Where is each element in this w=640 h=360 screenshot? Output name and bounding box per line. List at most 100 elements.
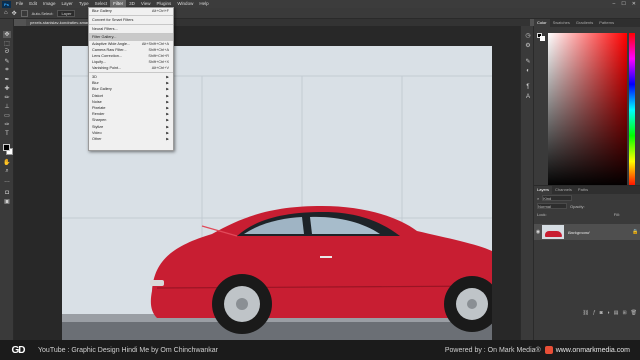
screen-mode-icon[interactable]: ▣ [3, 198, 11, 205]
layers-panel: Layers Channels Paths ⌕ Kind Normal Opacit… [534, 185, 640, 340]
filter-menu-item-other[interactable]: Other ▶ [89, 136, 173, 142]
submenu-arrow-icon: ▶ [166, 136, 169, 141]
color-panel-tabs: Color Swatches Gradients Patterns [534, 19, 640, 27]
menu-item-shortcut: Alt+Ctrl+F [151, 9, 169, 13]
minimize-icon[interactable]: – [613, 1, 616, 7]
new-layer-icon[interactable]: ⊞ [622, 310, 626, 318]
menu-item-label: Convert for Smart Filters [92, 17, 134, 22]
brush-icon[interactable]: ✏ [3, 94, 11, 101]
healing-icon[interactable]: ✚ [3, 85, 11, 92]
tab-channels[interactable]: Channels [552, 186, 575, 194]
paragraph-icon[interactable]: ¶ [524, 84, 532, 92]
auto-select-checkbox[interactable] [20, 9, 28, 17]
menu-help[interactable]: Help [196, 0, 211, 8]
filter-menu-item-vanishing-point[interactable]: Vanishing Point... Alt+Ctrl+V [89, 65, 173, 71]
document-tab[interactable]: pexels-stanislav-kondratiev-smart... [26, 19, 97, 26]
properties-icon[interactable]: ⚙ [524, 42, 532, 50]
mini-color-swatches[interactable] [537, 33, 545, 41]
adjustment-layer-icon[interactable]: ◑ [607, 310, 610, 318]
footer-url: www.onmarkmedia.com [544, 346, 630, 354]
opacity-label: Opacity: [570, 203, 585, 209]
blend-row: Normal Opacity: [534, 202, 640, 210]
trash-icon[interactable]: 🗑 [631, 310, 637, 318]
filter-menu-item-neural-filters[interactable]: Neural Filters... [89, 26, 173, 32]
hand-icon[interactable]: ✋ [3, 159, 11, 166]
mask-icon[interactable]: ◙ [600, 310, 603, 318]
gd-logo: GD [11, 344, 26, 356]
auto-select-label: Auto-Select: [31, 10, 54, 16]
menu-layer[interactable]: Layer [59, 0, 76, 8]
character-icon[interactable]: A [524, 94, 532, 102]
close-icon[interactable]: ✕ [632, 1, 636, 7]
menu-window[interactable]: Window [174, 0, 196, 8]
menu-file[interactable]: File [13, 0, 26, 8]
filter-menu-item-convert-for-smart-filters[interactable]: Convert for Smart Filters [89, 17, 173, 23]
menu-item-shortcut: Alt+Ctrl+V [151, 66, 169, 71]
menu-item-label: Other [92, 136, 102, 141]
marquee-icon[interactable]: ⬚ [3, 40, 11, 47]
layer-thumbnail [542, 225, 564, 239]
menu-item-label: Neural Filters... [92, 26, 118, 31]
crop-icon[interactable]: ⌗ [3, 67, 11, 74]
move-icon[interactable]: ✥ [12, 10, 17, 17]
tab-color[interactable]: Color [534, 19, 550, 27]
history-icon[interactable]: ◷ [524, 32, 532, 40]
window-controls: – ☐ ✕ [613, 1, 640, 7]
tab-layers[interactable]: Layers [534, 186, 553, 194]
right-panels: Color Swatches Gradients Patterns Layers Cha… [534, 19, 640, 340]
layer-row-background[interactable]: ◉ Background 🔒 [534, 224, 640, 240]
menu-item-label: Blur Gallery [92, 9, 112, 13]
home-icon[interactable]: ⌂ [4, 10, 8, 16]
pen-icon[interactable]: ✑ [3, 121, 11, 128]
tab-patterns[interactable]: Patterns [596, 19, 617, 27]
video-footer-banner: GD YouTube : Graphic Design Hindi Me by … [0, 340, 640, 360]
zoom-icon[interactable]: ⌕ [3, 168, 11, 175]
menu-image[interactable]: Image [40, 0, 59, 8]
fill-label: Fill: [613, 211, 620, 217]
foreground-color-swatch[interactable] [3, 144, 10, 151]
visibility-eye-icon[interactable]: ◉ [534, 229, 542, 235]
photoshop-logo-icon: Ps [2, 0, 11, 8]
brush-settings-icon[interactable]: ✎ [524, 58, 532, 66]
layer-select-dropdown[interactable]: Layer [57, 9, 76, 17]
lock-row: Lock: Fill: [534, 210, 640, 218]
color-picker-field[interactable] [548, 33, 627, 187]
fx-icon[interactable]: ƒ [593, 310, 596, 318]
folder-icon[interactable]: ▤ [614, 310, 619, 318]
maximize-icon[interactable]: ☐ [621, 1, 625, 7]
lasso-icon[interactable]: ᘐ [3, 49, 11, 56]
type-icon[interactable]: T [3, 130, 11, 137]
footer-url-text: www.onmarkmedia.com [555, 346, 630, 354]
filter-menu-item-blur-gallery[interactable]: Blur Gallery Alt+Ctrl+F [89, 8, 173, 14]
kind-filter[interactable]: Kind [542, 195, 573, 201]
tab-swatches[interactable]: Swatches [550, 19, 573, 27]
tab-gradients[interactable]: Gradients [573, 19, 596, 27]
more-tools-icon[interactable]: … [3, 177, 11, 184]
search-icon: ⌕ [537, 195, 540, 201]
eyedropper-icon[interactable]: ✒ [3, 76, 11, 83]
panel-icon-strip: ◷ ⚙ ✎ ◐ ¶ A [520, 26, 534, 340]
lock-icon[interactable]: 🔒 [632, 229, 640, 235]
layers-footer: ⛓ ƒ ◙ ◑ ▤ ⊞ 🗑 [534, 310, 640, 318]
tab-paths[interactable]: Paths [575, 186, 591, 194]
footer-powered-text: Powered by : On Mark Media® [444, 346, 541, 354]
eraser-icon[interactable]: ▭ [3, 112, 11, 119]
menu-edit[interactable]: Edit [26, 0, 40, 8]
menu-item-label: Vanishing Point... [92, 66, 122, 71]
link-icon[interactable]: ⛓ [583, 310, 589, 318]
onmark-logo-icon [544, 346, 553, 354]
stamp-icon[interactable]: ⊥ [3, 103, 11, 110]
adjustments-icon[interactable]: ◐ [524, 68, 532, 76]
footer-left-text: YouTube : Graphic Design Hindi Me by Om … [38, 346, 219, 354]
move-icon[interactable]: ✥ [3, 31, 11, 38]
blend-mode-select[interactable]: Normal [537, 203, 567, 209]
layer-name: Background [568, 229, 590, 235]
layers-panel-tabs: Layers Channels Paths [534, 186, 640, 194]
filter-menu-dropdown: Blur Gallery Alt+Ctrl+F Convert for Smart … [88, 7, 174, 151]
layer-filter-row: ⌕ Kind [534, 194, 640, 202]
quick-mask-icon[interactable]: ◘ [3, 189, 11, 196]
hue-slider[interactable] [629, 33, 635, 187]
lock-label: Lock: [537, 211, 547, 217]
tools-panel: ✥ ⬚ ᘐ ✎ ⌗ ✒ ✚ ✏ ⊥ ▭ ✑ T ✋ ⌕ … ◘ ▣ [0, 19, 14, 340]
quick-select-icon[interactable]: ✎ [3, 58, 11, 65]
